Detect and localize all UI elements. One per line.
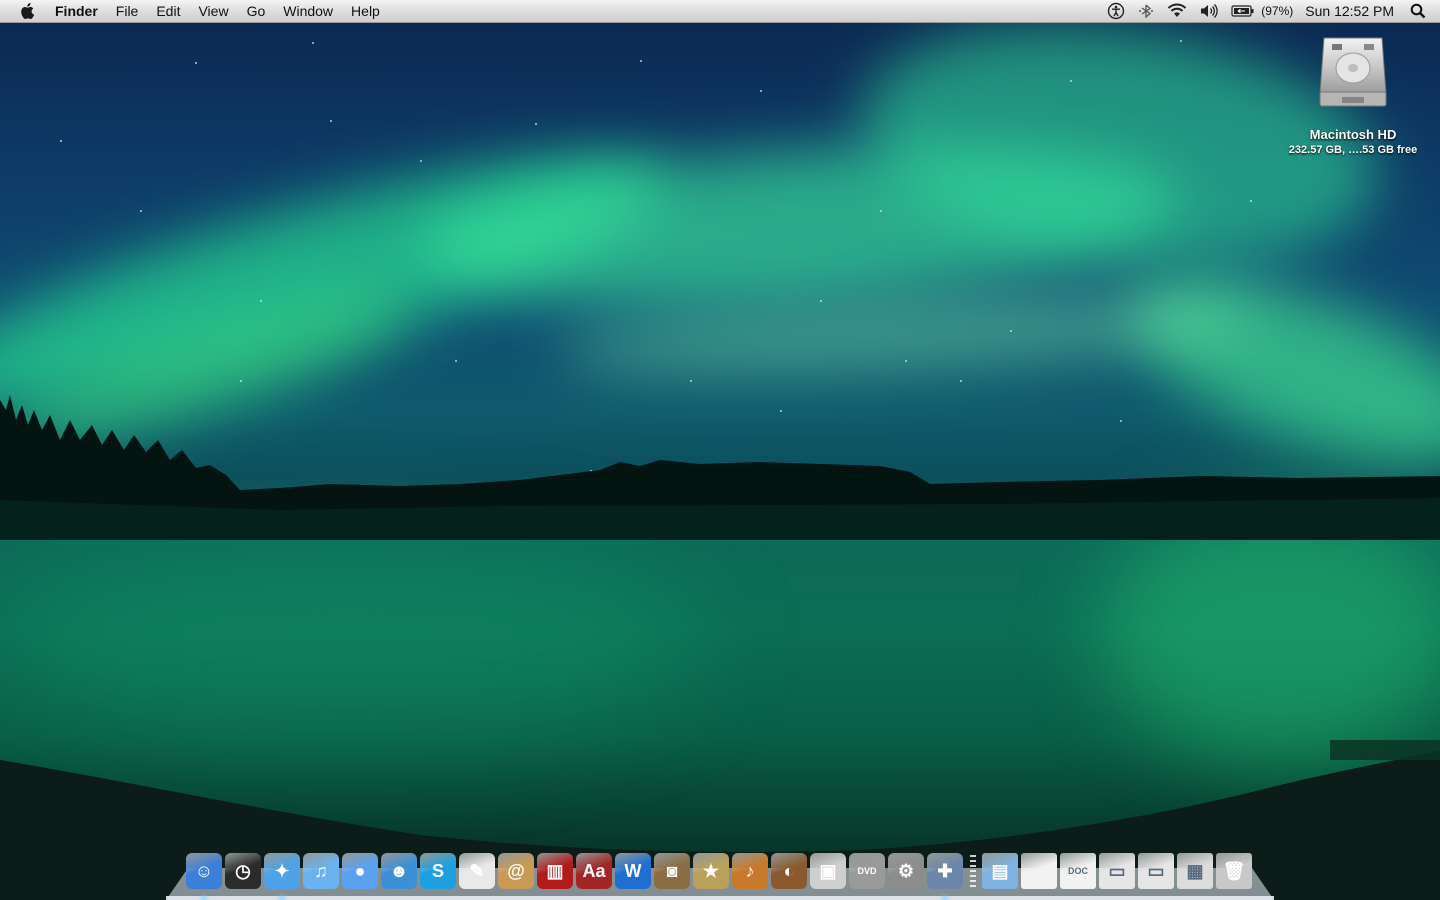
garageband-glyph: ♪	[745, 860, 755, 881]
image-capture-glyph: ▣	[819, 860, 837, 881]
dock-dvd-player-icon[interactable]: DVD	[849, 853, 885, 889]
blank-document-glyph	[1021, 853, 1057, 889]
dock-imovie-icon[interactable]: ★	[693, 853, 729, 889]
dock-ichat-icon[interactable]: ●	[342, 853, 378, 889]
dock-separator[interactable]	[970, 855, 976, 889]
bluetooth-icon[interactable]	[1131, 0, 1161, 22]
itunes-glyph: ♫	[314, 860, 328, 881]
dock-garageband-icon[interactable]: ♪	[732, 853, 768, 889]
dock-finder-icon[interactable]: ☺	[186, 853, 222, 900]
preview-glyph: ✚	[937, 860, 953, 881]
documents-folder-glyph: ▤	[991, 860, 1009, 881]
dock-photo-booth-icon[interactable]: ▥	[537, 853, 573, 889]
menu-clock[interactable]: Sun 12:52 PM	[1297, 3, 1404, 19]
word-glyph: W	[624, 860, 642, 881]
skype-glyph: S	[431, 860, 444, 881]
menu-help[interactable]: Help	[342, 0, 389, 22]
dashboard-glyph: ◷	[235, 860, 251, 881]
drive-capacity-label: 232.57 GB, ….53 GB free	[1288, 144, 1418, 156]
dock-documents-folder-icon[interactable]: ▤	[982, 853, 1018, 889]
web-location-stack-glyph: ▭	[1147, 860, 1165, 881]
dock-blank-document-icon[interactable]	[1021, 853, 1057, 889]
accessibility-icon[interactable]	[1101, 0, 1131, 22]
volume-icon[interactable]	[1193, 0, 1225, 22]
menu-window[interactable]: Window	[274, 0, 342, 22]
running-indicator	[279, 896, 285, 900]
menu-view[interactable]: View	[189, 0, 237, 22]
finder-glyph: ☺	[194, 860, 214, 881]
dock-safari-icon[interactable]: ✦	[264, 853, 300, 900]
system-preferences-glyph: ⚙	[897, 860, 915, 881]
status-menus: (97%) Sun 12:52 PM	[1101, 0, 1440, 22]
dock-dictionary-icon[interactable]: Aa	[576, 853, 612, 889]
menu-app-finder[interactable]: Finder	[46, 0, 107, 22]
dvd-player-glyph: DVD	[857, 866, 877, 876]
dock-doc-file-icon[interactable]: DOC	[1060, 853, 1096, 889]
dock-image-capture-icon[interactable]: ▣	[810, 853, 846, 889]
dock-itunes-icon[interactable]: ♫	[303, 853, 339, 889]
trash-glyph: 🗑	[1222, 860, 1246, 881]
safari-glyph: ✦	[274, 860, 290, 881]
running-indicator	[201, 896, 207, 900]
menu-edit[interactable]: Edit	[147, 0, 189, 22]
dock-dashboard-icon[interactable]: ◷	[225, 853, 261, 889]
dock-applications-stack-icon[interactable]: ▦	[1177, 853, 1213, 889]
macintosh-hd-desktop-icon[interactable]: Macintosh HD 232.57 GB, ….53 GB free	[1280, 34, 1426, 156]
apple-logo-icon	[21, 3, 35, 19]
apple-menu[interactable]	[10, 0, 46, 22]
applications-stack-glyph: ▦	[1186, 860, 1204, 881]
doc-file-glyph: DOC	[1068, 866, 1088, 876]
hard-drive-icon	[1319, 37, 1387, 107]
dock: ☺ ◷ ✦ ♫ ● ☻ S ✎ @ ▥ Aa W ◙ ★ ♪ ◐ ▣ DVD ⚙ ✚ ▤ DOC ▭ ▭ ▦ 🗑	[186, 849, 1255, 900]
dock-messenger-icon[interactable]: ☻	[381, 853, 417, 889]
address-book-glyph: @	[507, 860, 525, 881]
dock-web-location-stack-icon[interactable]: ▭	[1138, 853, 1174, 889]
treeline	[0, 395, 1440, 540]
wifi-icon[interactable]	[1161, 0, 1193, 22]
dock-iphoto-icon[interactable]: ◙	[654, 853, 690, 889]
ichat-glyph: ●	[354, 860, 366, 881]
dock-trash-icon[interactable]: 🗑	[1216, 853, 1252, 889]
photo-booth-glyph: ▥	[546, 860, 564, 881]
menu-go[interactable]: Go	[238, 0, 275, 22]
menu-bar: Finder File Edit View Go Window Help (97…	[0, 0, 1440, 23]
imovie-glyph: ★	[702, 860, 720, 881]
battery-percentage[interactable]: (97%)	[1261, 4, 1297, 18]
battery-icon[interactable]	[1225, 0, 1261, 22]
dock-address-book-icon[interactable]: @	[498, 853, 534, 889]
dock-preview-icon[interactable]: ✚	[927, 853, 963, 900]
desktop-wallpaper	[0, 0, 1440, 900]
textedit-glyph: ✎	[469, 860, 485, 881]
dock-downloads-stack-icon[interactable]: ▭	[1099, 853, 1135, 889]
running-indicator	[942, 896, 948, 900]
spotlight-icon[interactable]	[1404, 0, 1440, 22]
dock-word-icon[interactable]: W	[615, 853, 651, 889]
menu-file[interactable]: File	[107, 0, 148, 22]
dock-system-preferences-icon[interactable]: ⚙	[888, 853, 924, 889]
dock-coconut-battery-icon[interactable]: ◐	[771, 853, 807, 889]
messenger-glyph: ☻	[389, 860, 409, 881]
dictionary-glyph: Aa	[582, 860, 606, 881]
drive-name-label: Macintosh HD	[1309, 127, 1397, 142]
dock-skype-icon[interactable]: S	[420, 853, 456, 889]
coconut-battery-glyph: ◐	[783, 860, 795, 881]
iphoto-glyph: ◙	[666, 860, 678, 881]
downloads-stack-glyph: ▭	[1108, 860, 1126, 881]
dock-textedit-icon[interactable]: ✎	[459, 853, 495, 889]
